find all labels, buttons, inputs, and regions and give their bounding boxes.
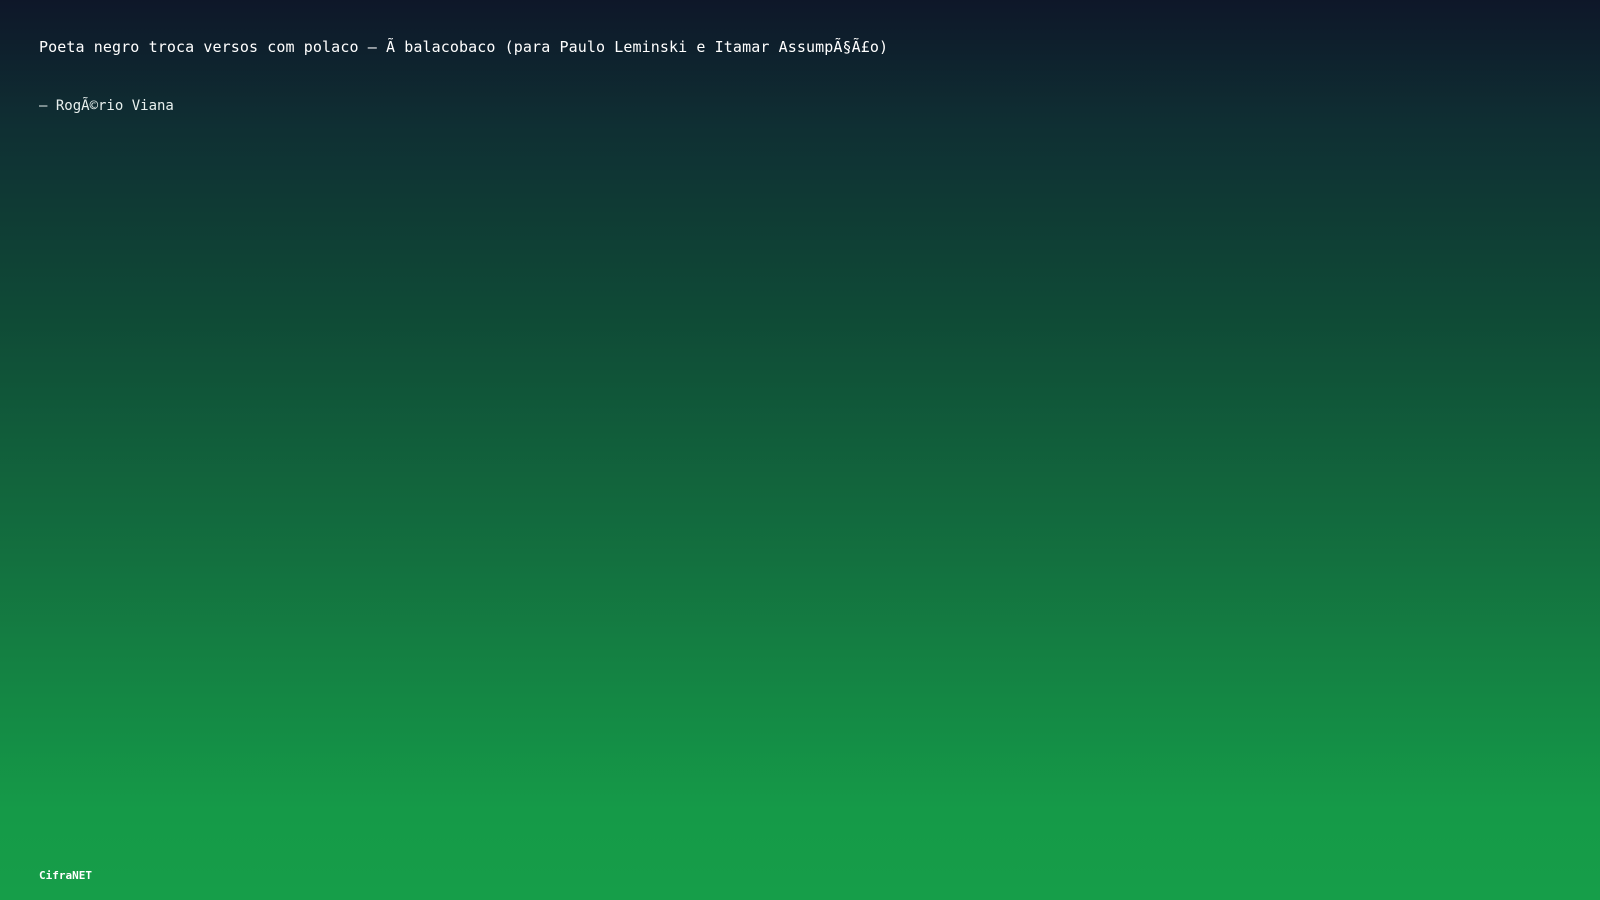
slide-page: Poeta negro troca versos com polaco – Ã …	[0, 0, 1600, 900]
song-title: Poeta negro troca versos com polaco – Ã …	[39, 38, 889, 56]
brand-label: CifraNET	[39, 869, 92, 882]
song-author: – RogÃ©rio Viana	[39, 98, 174, 114]
